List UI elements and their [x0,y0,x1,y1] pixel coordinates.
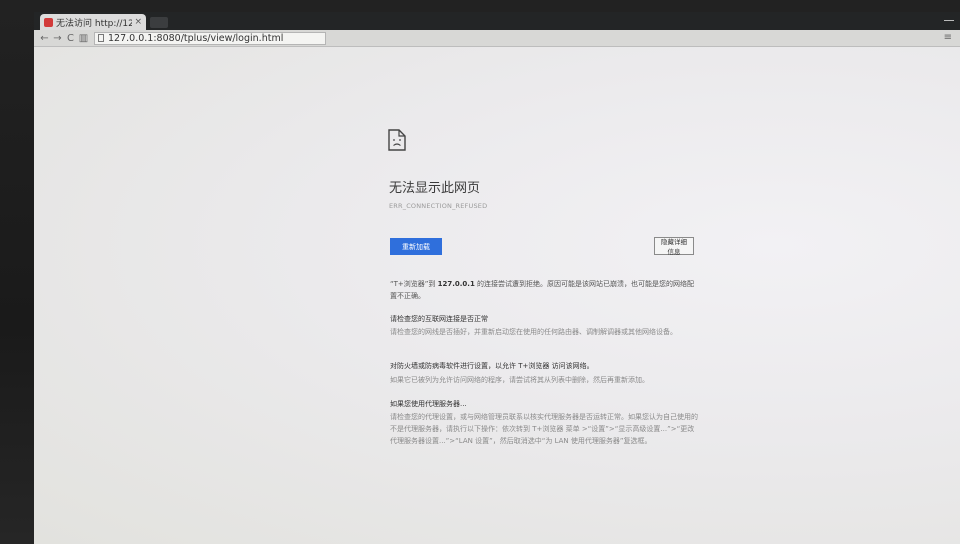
minimize-icon[interactable] [944,20,954,21]
forward-arrow-icon[interactable]: → [51,33,64,44]
browser-toolbar: ← → C ▥ 127.0.0.1:8080/tplus/view/login.… [34,30,960,47]
tab-strip: 无法访问 http://127 × [34,12,960,30]
error-code: ERR_CONNECTION_REFUSED [389,202,488,210]
home-icon[interactable]: ▥ [77,33,90,44]
error-title: 无法显示此网页 [389,181,481,196]
error-summary: “T+浏览器”到 127.0.0.1 的连接尝试遭到拒绝。原因可能是该网站已崩溃… [390,278,698,302]
address-bar[interactable]: 127.0.0.1:8080/tplus/view/login.html [94,31,326,45]
reload-icon[interactable]: C [64,33,77,44]
menu-icon[interactable]: ≡ [944,32,952,43]
tab-close-icon[interactable]: × [134,17,142,27]
browser-window: 无法访问 http://127 × ← → C ▥ 127.0.0.1:8080… [34,12,960,544]
tab-current[interactable]: 无法访问 http://127 × [40,14,146,30]
tab-title: 无法访问 http://127 [56,18,133,29]
error-page: 无法显示此网页 ERR_CONNECTION_REFUSED 重新加载 隐藏详细… [34,47,960,544]
check-connection-body: 请检查您的网线是否插好，并重新启动您在使用的任何路由器、调制解调器或其他网络设备… [390,328,677,336]
summary-prefix: “T+浏览器”到 [390,280,438,288]
favicon-icon [44,17,53,27]
hide-details-button[interactable]: 隐藏详细信息 [654,237,694,256]
reload-button[interactable]: 重新加载 [390,238,442,255]
firewall-heading: 对防火墙或防病毒软件进行设置，以允许 T+浏览器 访问该网络。 [390,362,594,370]
new-tab-button[interactable] [150,17,168,28]
back-arrow-icon[interactable]: ← [38,33,51,44]
firewall-body: 如果它已被列为允许访问网络的程序，请尝试将其从列表中删除，然后再重新添加。 [390,376,649,384]
sad-page-icon [388,129,406,151]
address-url: 127.0.0.1:8080/tplus/view/login.html [108,32,284,44]
proxy-heading: 如果您使用代理服务器... [390,400,467,408]
proxy-body: 请检查您的代理设置，或与网络管理员联系以核实代理服务器是否运转正常。如果您认为自… [390,413,698,445]
check-connection-heading: 请检查您的互联网连接是否正常 [390,315,488,323]
page-icon [98,34,104,42]
summary-host: 127.0.0.1 [437,280,475,288]
